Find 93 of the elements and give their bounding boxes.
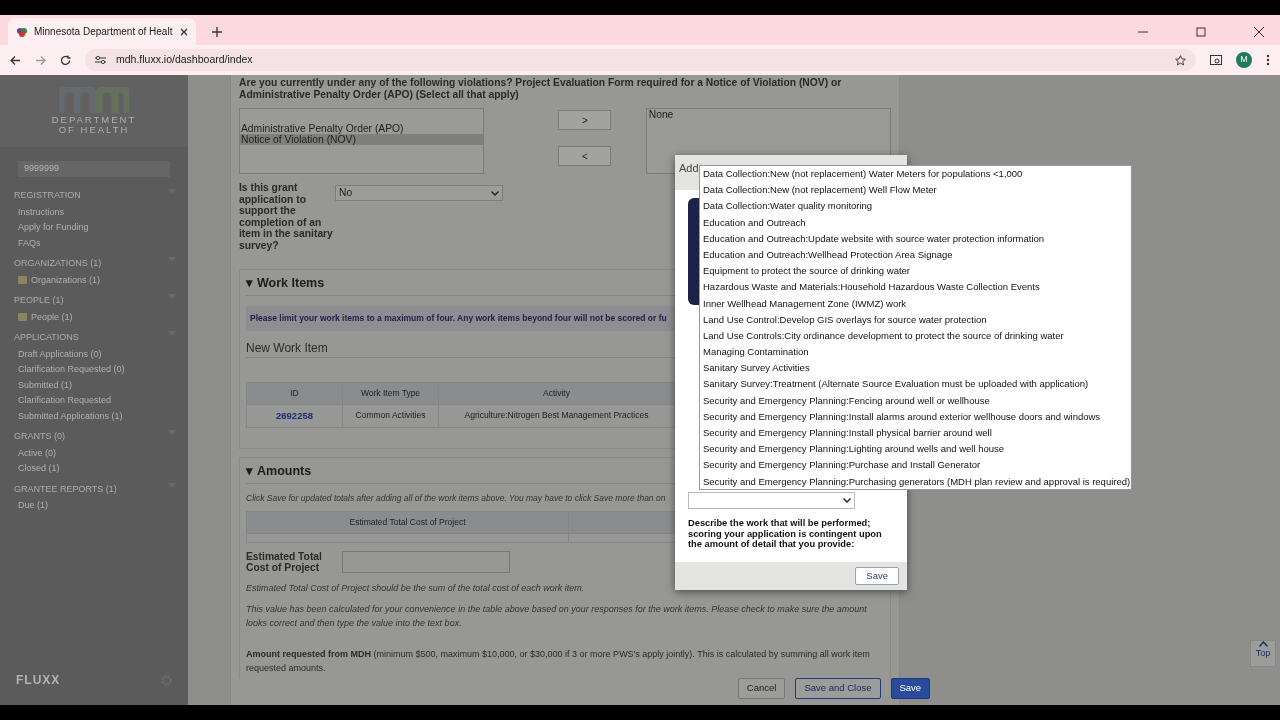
list-option[interactable]: Notice of Violation (NOV) xyxy=(240,134,484,146)
star-icon[interactable] xyxy=(1175,54,1186,66)
table-cell: Common Activities xyxy=(342,404,439,428)
column-header: Work Item Type xyxy=(342,382,439,404)
amount-requested-text: Amount requested from MDH (minimum $500, maximum $10,000, or $30,000 if 3 or more PWS's apply jointly). This is calculated by summing all work item requested amounts. xyxy=(246,648,871,675)
maximize-icon[interactable] xyxy=(1196,27,1206,37)
section-heading: Work Items xyxy=(257,275,325,293)
select-field[interactable]: No xyxy=(335,185,503,202)
dropdown-option[interactable]: Data Collection:Water quality monitoring xyxy=(703,198,1131,215)
site-settings-icon[interactable] xyxy=(95,55,106,65)
note-text: Click Save for updated totals after adding all of the work items above. You may have to click Save more than on xyxy=(246,492,667,505)
id-link[interactable]: 2692258 xyxy=(246,404,343,428)
dropdown-option[interactable]: Security and Emergency Planning:Fencing around well or wellhouse xyxy=(703,392,1131,409)
note-text: Estimated Total Cost of Project should be the sum of the total cost of each work item. xyxy=(246,581,586,595)
section-heading: ORGANIZATIONS (1) xyxy=(14,257,102,270)
sidebar-link[interactable]: Organizations (1) xyxy=(31,273,101,287)
select-field[interactable] xyxy=(688,492,855,509)
close-icon[interactable] xyxy=(1254,27,1264,37)
sidebar-link[interactable]: People (1) xyxy=(31,310,73,324)
toggle-arrow[interactable]: ▾ xyxy=(246,274,253,293)
field-label: Estimated Total Cost of Project xyxy=(246,550,323,574)
dropdown-option[interactable]: Education and Outreach xyxy=(703,214,1131,231)
logo-text: DEPARTMENT xyxy=(51,114,137,125)
sidebar-link[interactable]: Due (1) xyxy=(18,499,48,513)
section-heading: Amounts xyxy=(257,463,312,481)
dropdown-option[interactable]: Inner Wellhead Management Zone (IWMZ) work xyxy=(703,295,1131,312)
field-label: Is this grant application to support the completion of an item in the sanitary survey? xyxy=(239,182,334,252)
sidebar-link[interactable]: Instructions xyxy=(18,205,65,219)
dropdown-option[interactable]: Education and Outreach:Wellhead Protection Area Signage xyxy=(703,246,1131,264)
sidebar-link[interactable]: Draft Applications (0) xyxy=(18,347,102,361)
dropdown-option[interactable]: Security and Emergency Planning:Lighting around wells and well house xyxy=(703,441,1131,458)
dropdown-option[interactable]: Security and Emergency Planning:Purchase and Install Generator xyxy=(703,457,1131,474)
note-text: This value has been calculated for your convenience in the table above based on your responses for the work items. Please check to make sure the amount looks correct and then type the value into the text box. xyxy=(246,603,868,630)
sidebar-link[interactable]: Closed (1) xyxy=(18,462,60,476)
address-bar[interactable]: mdh.fluxx.io/dashboard/index xyxy=(85,49,1196,71)
reload-icon[interactable] xyxy=(60,54,71,66)
dropdown-option[interactable]: Education and Outreach:Update website with source water protection information xyxy=(703,230,1131,247)
extension-icon[interactable] xyxy=(1210,54,1222,66)
dropdown-option[interactable]: Security and Emergency Planning:Install alarms around exterior wellhouse doors and windows xyxy=(703,408,1131,425)
move-button[interactable]: > xyxy=(558,110,612,131)
list-option[interactable]: Administrative Penalty Order (APO) xyxy=(240,123,484,135)
new-tab-icon[interactable] xyxy=(212,27,222,37)
section-heading: GRANTEE REPORTS (1) xyxy=(14,482,117,496)
table-cell: Agriculture:Nitrogen Best Management Practices xyxy=(438,404,675,428)
column-header: Estimated Total Cost of Project xyxy=(246,511,569,533)
sidebar-link[interactable]: Clarification Requested (0) xyxy=(18,363,125,377)
tab-title: Minnesota Department of Healt xyxy=(34,25,174,39)
logo-text: OF HEALTH xyxy=(58,125,130,136)
footer-button[interactable]: Cancel xyxy=(737,678,786,699)
modal-title: Add xyxy=(679,161,699,176)
menu-icon[interactable] xyxy=(1266,54,1270,66)
section-heading: REGISTRATION xyxy=(14,189,81,202)
top-button[interactable]: Top xyxy=(1250,640,1276,667)
dropdown-option[interactable]: Sanitary Survey Activities xyxy=(703,360,1131,377)
column-header: ID xyxy=(246,382,343,404)
toggle-arrow[interactable]: ▾ xyxy=(246,462,253,481)
column-header: Activity xyxy=(438,382,675,404)
caret-icon xyxy=(843,498,851,503)
caret-icon xyxy=(491,190,499,196)
cost-input[interactable] xyxy=(342,551,510,574)
close-icon[interactable] xyxy=(180,27,188,36)
question-text: Are you currently under any of the following violations? Project Evaluation Form required for a Notice of Violation (NOV) or Administrative Penalty Order (APO) (Select all that apply) xyxy=(239,77,843,101)
section-heading: APPLICATIONS xyxy=(14,331,79,344)
sidebar-link[interactable]: Clarification Requested xyxy=(18,394,112,408)
field-label: Describe the work that will be performed; scoring your application is contingent upon the amount of detail that you provide: xyxy=(688,518,883,551)
url-text: mdh.fluxx.io/dashboard/index xyxy=(116,52,254,68)
sidebar-link[interactable]: Submitted Applications (1) xyxy=(18,409,123,423)
section-heading: GRANTS (0) xyxy=(14,430,65,443)
dropdown-option[interactable]: Land Use Control:Develop GIS overlays for source water protection xyxy=(703,311,1131,328)
sidebar-link[interactable]: Apply for Funding xyxy=(18,221,89,235)
list-option[interactable]: None xyxy=(647,109,889,121)
profile-avatar[interactable]: M xyxy=(1236,52,1252,68)
fluxx-logo: FLUXX xyxy=(16,672,61,689)
scrollbar[interactable] xyxy=(1130,166,1131,489)
favicon-icon xyxy=(16,25,28,38)
dropdown-option[interactable]: Security and Emergency Planning:Install physical barrier around well xyxy=(703,425,1131,442)
dropdown-option[interactable]: Data Collection:New (not replacement) Well Flow Meter xyxy=(703,182,1131,199)
sidebar-link[interactable]: Active (0) xyxy=(18,446,56,460)
footer-button[interactable]: Save and Close xyxy=(795,678,881,699)
sidebar-link[interactable]: Submitted (1) xyxy=(18,378,73,392)
dropdown-option[interactable]: Hazardous Waste and Materials:Household Hazardous Waste Collection Events xyxy=(703,279,1131,296)
dropdown-option[interactable]: Security and Emergency Planning:Purchasing generators (MDH plan review and approval is required) xyxy=(703,473,1131,489)
dropdown-option[interactable]: Sanitary Survey:Treatment (Alternate Source Evaluation must be uploaded with application) xyxy=(703,376,1131,393)
section-heading: PEOPLE (1) xyxy=(14,294,64,307)
footer-button[interactable]: Save xyxy=(890,678,931,699)
options-listbox[interactable]: Administrative Penalty Order (APO) Notice of Violation (NOV) xyxy=(239,108,485,175)
back-icon[interactable] xyxy=(10,54,21,66)
sidebar-link[interactable]: FAQs xyxy=(18,236,41,250)
dropdown-option[interactable]: Equipment to protect the source of drinking water xyxy=(703,263,1131,280)
save-button[interactable]: Save xyxy=(855,566,899,586)
forward-icon[interactable] xyxy=(35,54,46,66)
browser-tab[interactable]: Minnesota Department of Healt xyxy=(8,18,196,45)
move-button[interactable]: < xyxy=(558,146,612,167)
